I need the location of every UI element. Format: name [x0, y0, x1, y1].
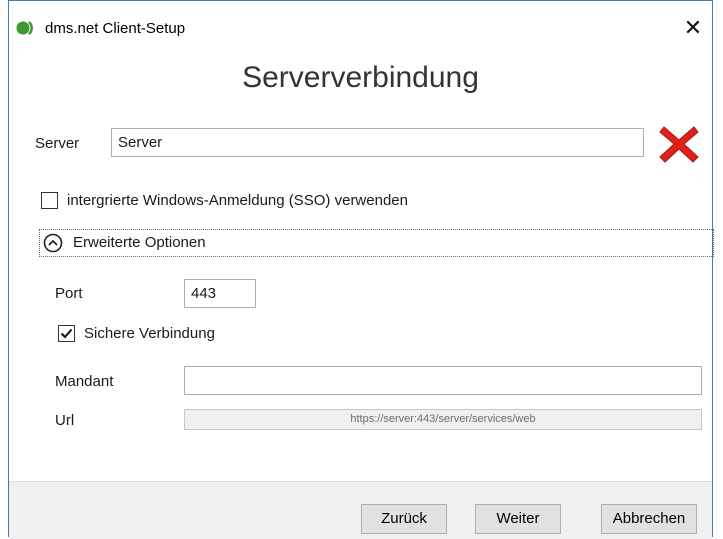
next-button[interactable]: Weiter [475, 504, 561, 534]
secure-connection-checkbox[interactable] [58, 325, 75, 342]
setup-window: dms.net Client-Setup ✕ Serververbindung … [8, 0, 714, 539]
url-field: https://server:443/server/services/web [184, 409, 702, 430]
close-button[interactable]: ✕ [680, 15, 706, 41]
url-label: Url [55, 412, 75, 429]
tenant-input[interactable] [184, 366, 702, 395]
port-label: Port [55, 285, 83, 302]
sso-checkbox[interactable] [41, 192, 58, 209]
server-input[interactable]: Server [111, 128, 644, 157]
port-input[interactable]: 443 [184, 279, 256, 308]
cancel-button[interactable]: Abbrechen [601, 504, 697, 534]
server-label: Server [35, 135, 80, 152]
secure-connection-label: Sichere Verbindung [84, 325, 215, 342]
tenant-label: Mandant [55, 373, 114, 390]
sso-label: intergrierte Windows-Anmeldung (SSO) ver… [67, 192, 408, 209]
checkmark-icon [60, 328, 73, 339]
advanced-options-expander[interactable]: Erweiterte Optionen [39, 229, 714, 257]
advanced-options-label: Erweiterte Optionen [73, 234, 206, 251]
window-title: dms.net Client-Setup [45, 20, 186, 37]
title-bar: dms.net Client-Setup ✕ [9, 1, 712, 45]
page-title: Serververbindung [242, 61, 479, 94]
back-button[interactable]: Zurück [361, 504, 447, 534]
error-x-icon [659, 126, 699, 163]
chevron-up-circle-icon [43, 233, 63, 253]
button-bar: Zurück Weiter Abbrechen [9, 481, 712, 539]
dms-logo-icon [16, 21, 33, 35]
